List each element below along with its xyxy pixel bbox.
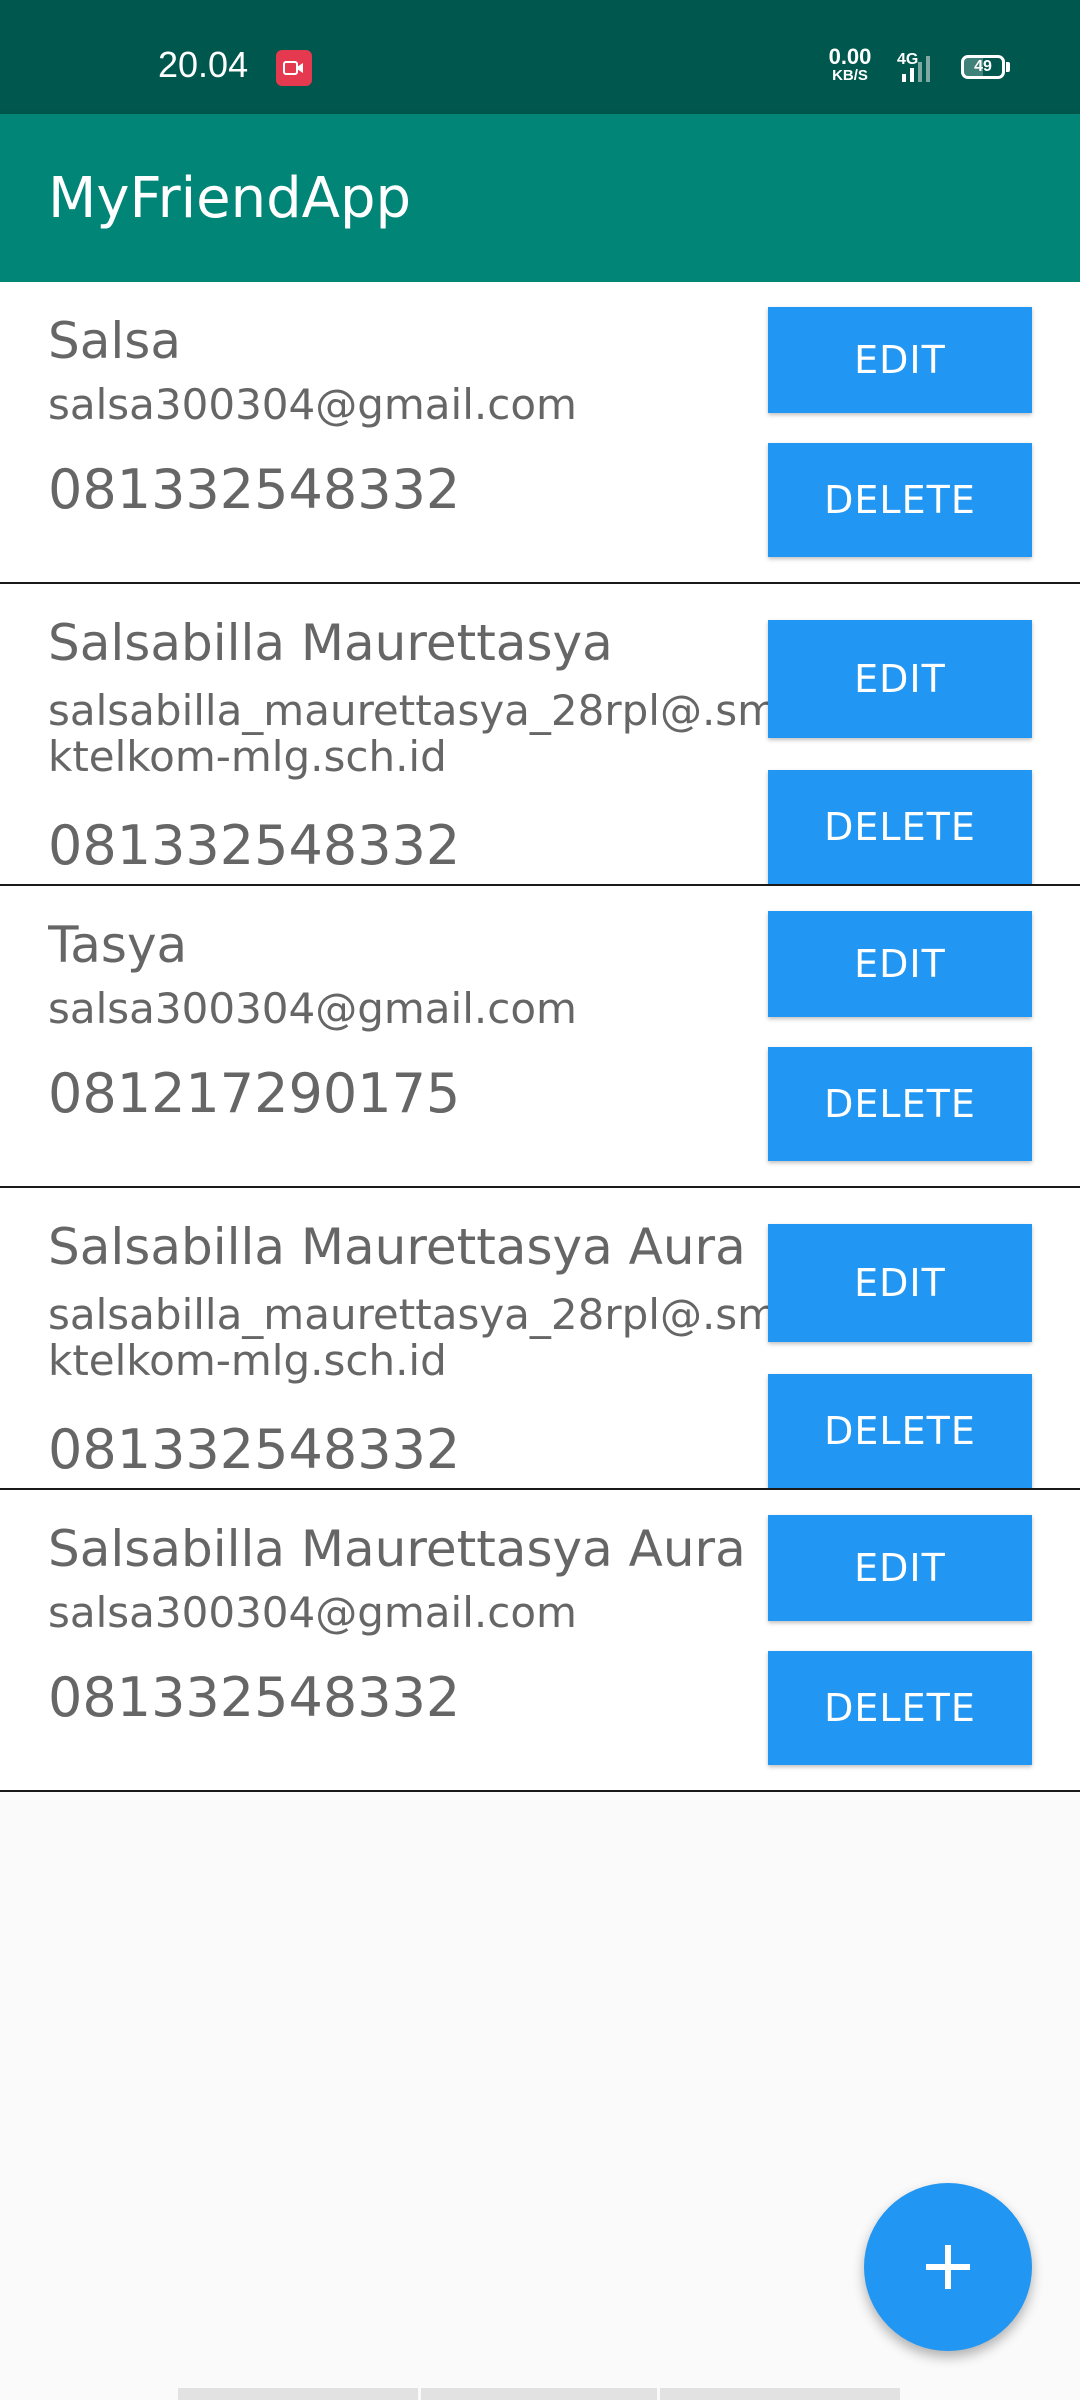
delete-button[interactable]: DELETE (768, 1374, 1032, 1488)
nav-hint-right (660, 2388, 900, 2400)
status-bar: 20.04 0.00 KB/S 4G 49 (0, 0, 1080, 114)
edit-button[interactable]: EDIT (768, 911, 1032, 1017)
edit-button[interactable]: EDIT (768, 307, 1032, 413)
friend-card: Salsabilla Maurettasya Aura salsa300304@… (0, 1490, 1080, 1792)
network-speed: 0.00 KB/S (822, 44, 878, 84)
edit-button[interactable]: EDIT (768, 620, 1032, 738)
friend-name: Salsabilla Maurettasya Aura (48, 1218, 746, 1276)
edit-button[interactable]: EDIT (768, 1515, 1032, 1621)
nav-hint-left (178, 2388, 418, 2400)
friend-email: salsa300304@gmail.com (48, 1590, 577, 1636)
app-bar: MyFriendApp (0, 114, 1080, 282)
friend-name: Salsa (48, 312, 181, 370)
signal-icon (902, 52, 948, 88)
friend-email: salsabilla_maurettasya_28rpl@.smktelkom-… (48, 1292, 779, 1384)
friend-card: Tasya salsa300304@gmail.com 081217290175… (0, 886, 1080, 1188)
nav-hint-center (421, 2388, 657, 2400)
battery-level: 49 (974, 58, 992, 75)
delete-button[interactable]: DELETE (768, 770, 1032, 884)
friend-phone: 081217290175 (48, 1062, 461, 1125)
friend-phone: 081332548332 (48, 458, 461, 521)
friend-name: Salsabilla Maurettasya Aura (48, 1520, 746, 1578)
delete-button[interactable]: DELETE (768, 1047, 1032, 1161)
network-speed-value: 0.00 (828, 44, 872, 69)
edit-button[interactable]: EDIT (768, 1224, 1032, 1342)
battery-tip (1006, 62, 1010, 72)
friend-phone: 081332548332 (48, 1666, 461, 1729)
friend-name: Salsabilla Maurettasya (48, 614, 613, 672)
network-speed-unit: KB/S (832, 67, 868, 84)
friend-card: Salsa salsa300304@gmail.com 081332548332… (0, 282, 1080, 584)
battery-icon: 49 (961, 55, 1005, 79)
friend-email: salsabilla_maurettasya_28rpl@.smktelkom-… (48, 688, 779, 780)
app-title: MyFriendApp (48, 166, 412, 231)
friend-name: Tasya (48, 916, 188, 974)
add-friend-button[interactable] (864, 2183, 1032, 2351)
friend-card: Salsabilla Maurettasya salsabilla_mauret… (0, 584, 1080, 886)
plus-icon (926, 2245, 970, 2289)
delete-button[interactable]: DELETE (768, 1651, 1032, 1765)
friend-email: salsa300304@gmail.com (48, 986, 577, 1032)
friend-phone: 081332548332 (48, 1418, 461, 1481)
screen-record-icon (276, 50, 312, 86)
friend-email: salsa300304@gmail.com (48, 382, 577, 428)
status-time: 20.04 (158, 44, 249, 85)
friend-card: Salsabilla Maurettasya Aura salsabilla_m… (0, 1188, 1080, 1490)
delete-button[interactable]: DELETE (768, 443, 1032, 557)
friend-phone: 081332548332 (48, 814, 461, 877)
